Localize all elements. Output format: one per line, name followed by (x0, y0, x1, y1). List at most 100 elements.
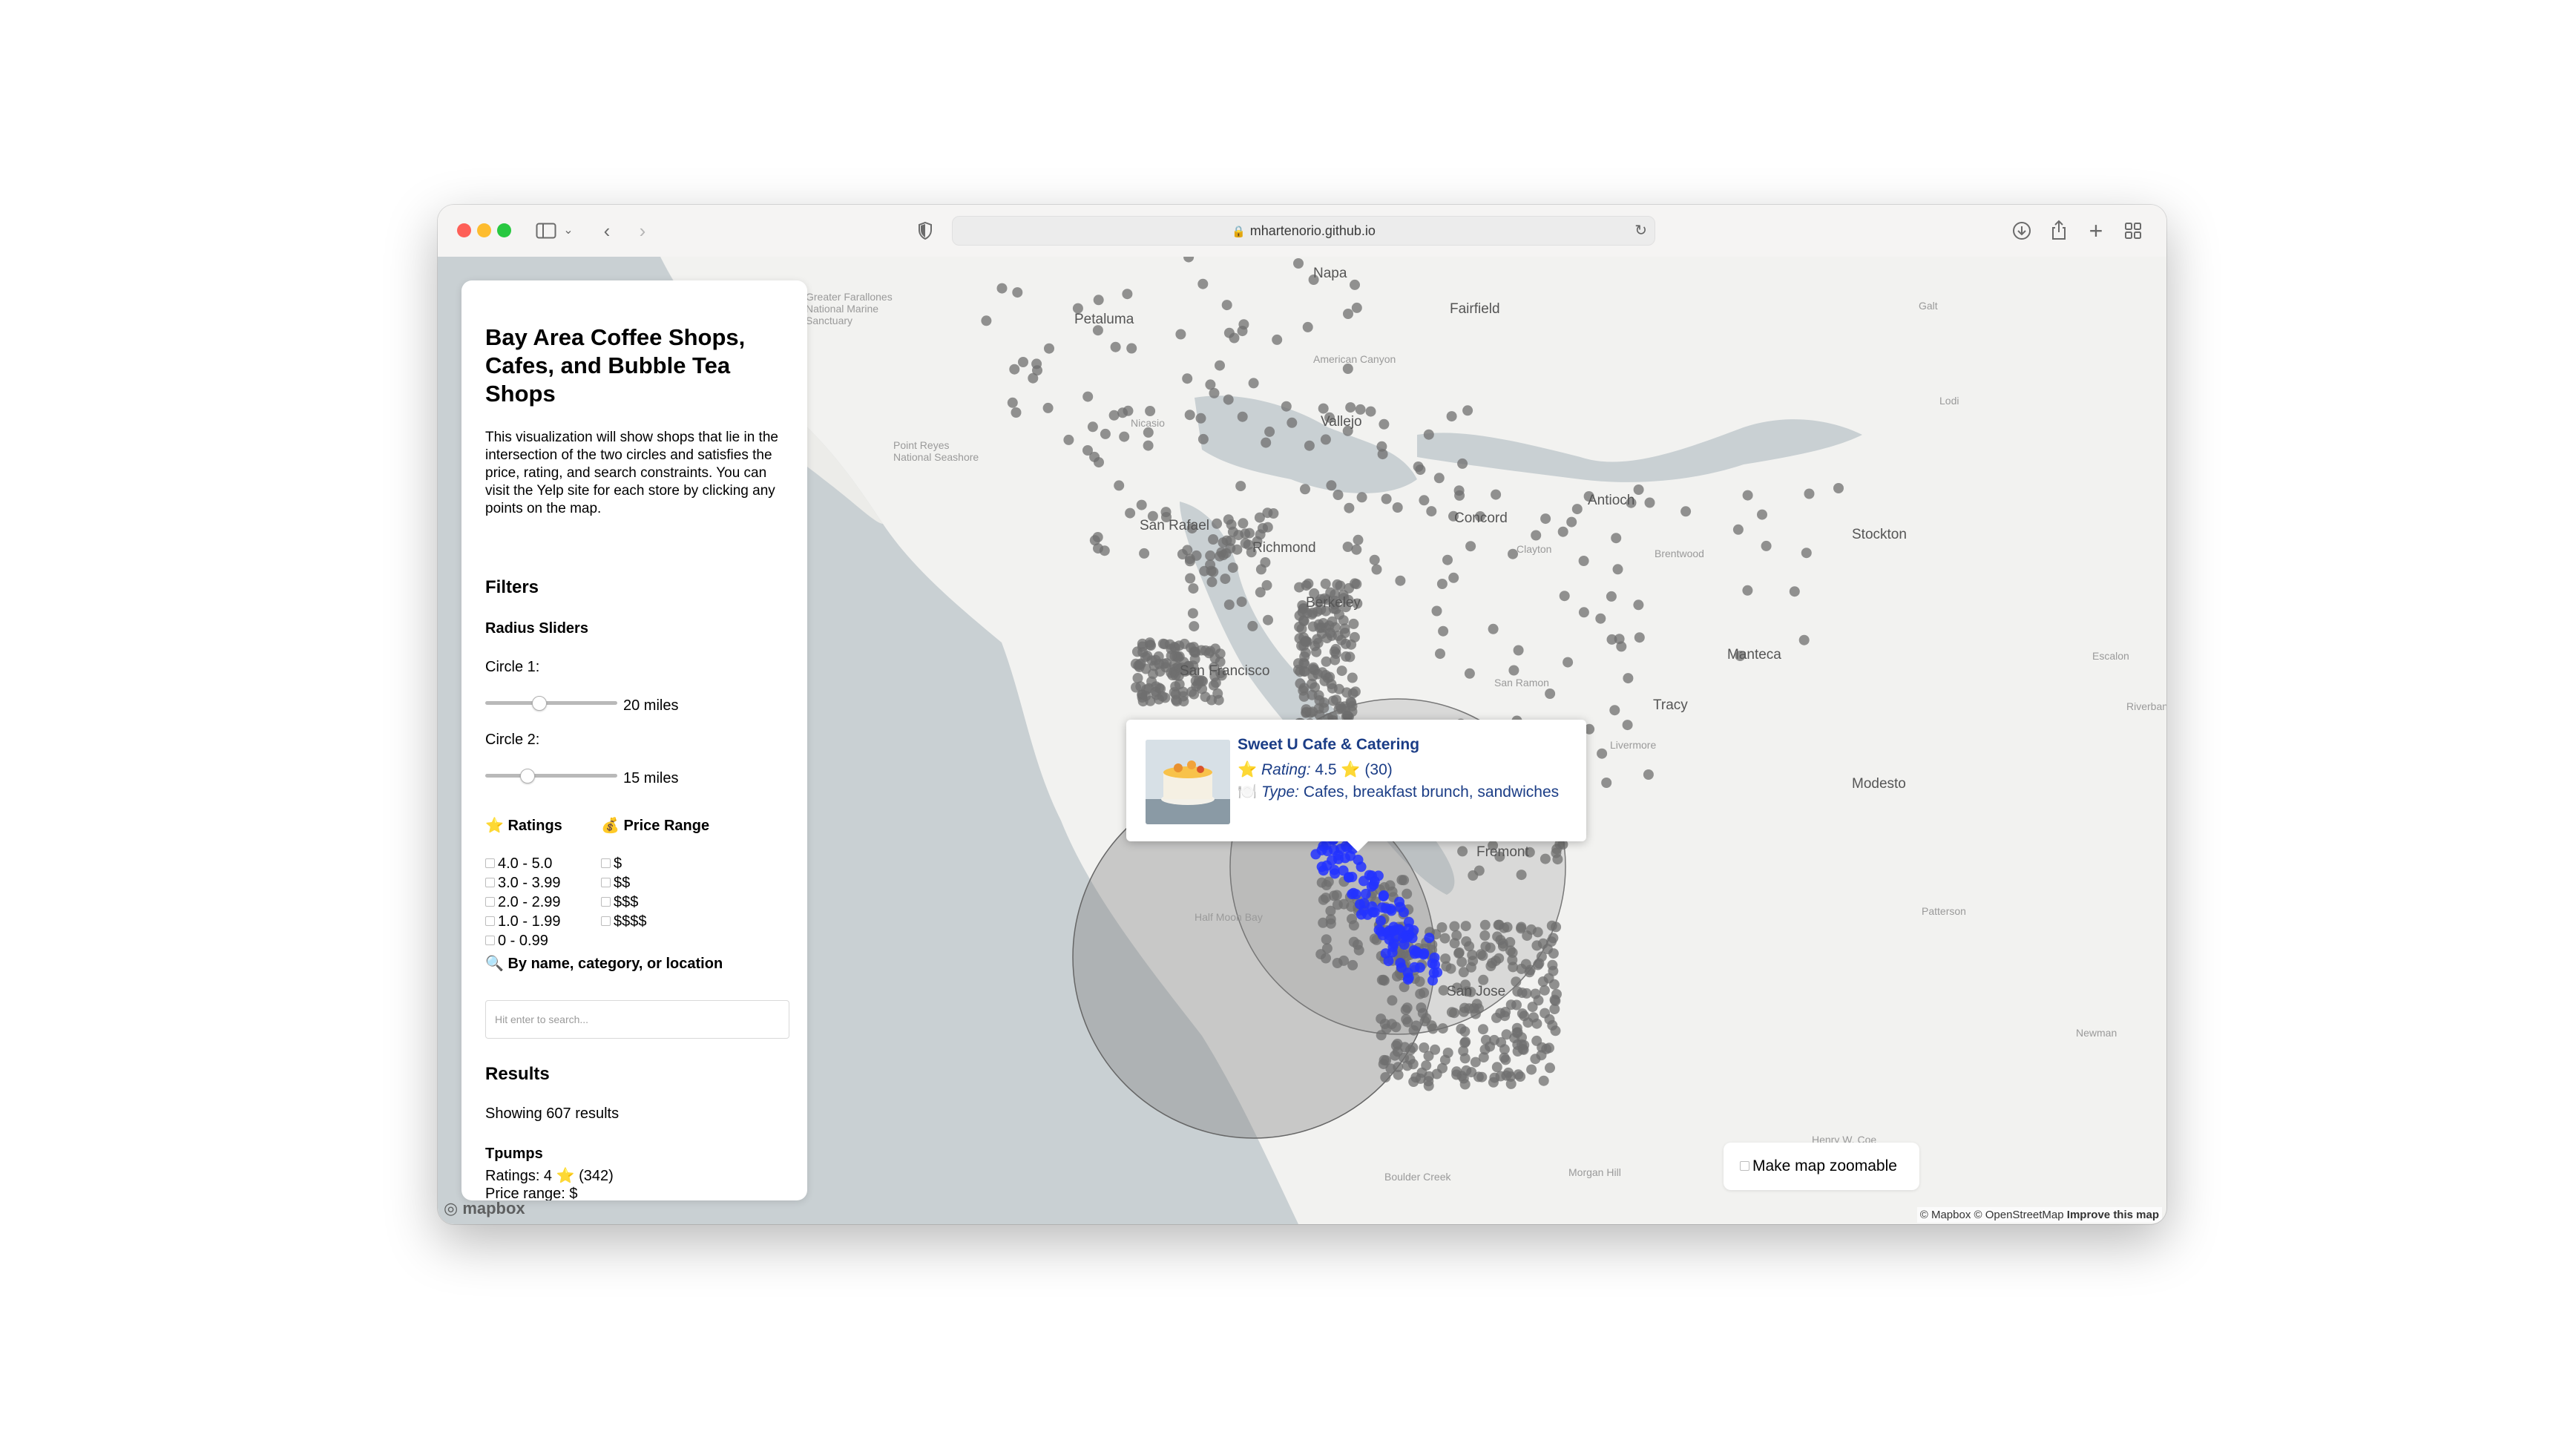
forward-arrow-icon[interactable]: › (629, 217, 656, 245)
shop-point[interactable] (1220, 574, 1231, 585)
shop-point[interactable] (1272, 334, 1283, 345)
shop-point[interactable] (1643, 769, 1654, 780)
shop-point[interactable] (1473, 865, 1485, 876)
shop-point-in-range[interactable] (1403, 972, 1414, 983)
shop-point[interactable] (1012, 287, 1023, 298)
shop-point[interactable] (1137, 647, 1149, 658)
shop-point[interactable] (1460, 921, 1471, 932)
shop-point[interactable] (1511, 976, 1522, 988)
shop-point[interactable] (1531, 530, 1542, 541)
shop-point[interactable] (1287, 417, 1298, 428)
shop-point[interactable] (1427, 1023, 1439, 1034)
shop-point[interactable] (1513, 645, 1524, 656)
shop-point[interactable] (1333, 683, 1344, 694)
shop-point[interactable] (1335, 580, 1346, 591)
shop-point[interactable] (1339, 628, 1350, 638)
shop-point[interactable] (1336, 703, 1347, 714)
shop-point[interactable] (1114, 480, 1125, 491)
shop-point[interactable] (1268, 508, 1279, 519)
shop-point[interactable] (1431, 1068, 1442, 1080)
shop-point[interactable] (1549, 1004, 1560, 1014)
rating-checkbox[interactable] (485, 878, 495, 888)
shop-point[interactable] (1122, 289, 1133, 300)
shop-point[interactable] (1393, 1069, 1404, 1080)
shop-point[interactable] (1321, 656, 1332, 667)
shop-point[interactable] (1191, 550, 1202, 561)
shop-point[interactable] (1321, 934, 1332, 945)
shop-point[interactable] (1164, 639, 1175, 650)
shop-point[interactable] (1545, 1062, 1555, 1074)
shop-point[interactable] (1320, 578, 1331, 589)
shop-point[interactable] (1423, 429, 1434, 440)
shop-point[interactable] (1431, 605, 1442, 617)
shop-point[interactable] (1197, 683, 1208, 694)
price-option[interactable]: $ (601, 854, 622, 873)
shop-point[interactable] (1461, 936, 1472, 947)
shop-point[interactable] (1742, 490, 1753, 501)
shop-point[interactable] (1742, 585, 1753, 596)
shop-point[interactable] (1531, 1035, 1542, 1046)
shop-point[interactable] (1517, 1039, 1527, 1050)
shop-point[interactable] (1440, 953, 1451, 965)
shop-point-in-range[interactable] (1387, 942, 1399, 953)
rating-option[interactable]: 0 - 0.99 (485, 931, 548, 950)
shop-point[interactable] (1616, 641, 1627, 652)
shop-point[interactable] (1317, 667, 1328, 678)
shop-point[interactable] (1342, 542, 1353, 552)
shop-point[interactable] (1294, 582, 1305, 593)
shop-point-in-range[interactable] (1321, 840, 1332, 851)
shop-point[interactable] (981, 315, 992, 326)
shop-point[interactable] (1757, 509, 1767, 520)
shop-point[interactable] (1479, 919, 1491, 930)
shop-point[interactable] (1437, 1023, 1448, 1034)
circle1-slider-thumb[interactable] (532, 696, 548, 711)
shop-point[interactable] (1136, 499, 1147, 510)
shop-point[interactable] (1254, 512, 1265, 523)
shop-point-in-range[interactable] (1316, 861, 1327, 873)
shop-point[interactable] (1212, 518, 1223, 529)
shop-point[interactable] (1235, 481, 1246, 492)
shop-point[interactable] (1545, 689, 1556, 699)
shop-point-in-range[interactable] (1340, 852, 1350, 864)
shop-point[interactable] (1344, 651, 1356, 663)
shop-point[interactable] (1516, 921, 1527, 933)
shop-point[interactable] (1408, 1025, 1419, 1036)
shop-point[interactable] (1761, 540, 1772, 551)
shop-point[interactable] (1488, 623, 1499, 634)
shop-popup[interactable]: Sweet U Cafe & Catering ⭐ Rating: 4.5 ⭐ … (1126, 720, 1586, 852)
shop-point[interactable] (1331, 890, 1342, 901)
rating-checkbox[interactable] (485, 936, 495, 946)
shop-point[interactable] (1371, 564, 1382, 575)
shop-point[interactable] (1146, 655, 1157, 666)
shop-point[interactable] (1347, 706, 1358, 717)
shop-point[interactable] (1320, 434, 1331, 445)
shop-point[interactable] (1232, 544, 1243, 555)
shop-point[interactable] (1505, 999, 1517, 1011)
shop-point[interactable] (1340, 638, 1351, 649)
shop-point[interactable] (1439, 1054, 1450, 1065)
shop-point[interactable] (1351, 579, 1362, 590)
shop-point[interactable] (1220, 548, 1232, 559)
shop-point[interactable] (1302, 321, 1313, 332)
shop-point[interactable] (1491, 956, 1501, 967)
shop-point[interactable] (1263, 614, 1273, 625)
shop-point[interactable] (1247, 620, 1258, 631)
shop-point[interactable] (1110, 341, 1121, 352)
shop-point[interactable] (1208, 680, 1219, 691)
shop-point[interactable] (1540, 513, 1551, 525)
shop-point[interactable] (1210, 643, 1220, 654)
shop-point[interactable] (1206, 576, 1218, 588)
shop-point[interactable] (1457, 846, 1468, 857)
shop-point[interactable] (1240, 538, 1251, 549)
shop-point[interactable] (1405, 1045, 1416, 1056)
shop-point[interactable] (1347, 672, 1358, 683)
shop-point[interactable] (1511, 1027, 1522, 1038)
rating-checkbox[interactable] (485, 858, 495, 869)
shop-point[interactable] (1352, 939, 1363, 950)
privacy-shield-icon[interactable] (913, 217, 938, 245)
price-checkbox[interactable] (601, 916, 611, 927)
minimize-window-button[interactable] (477, 223, 491, 237)
shop-point[interactable] (1446, 411, 1457, 422)
shop-point[interactable] (1633, 599, 1644, 611)
shop-point[interactable] (1264, 426, 1275, 437)
